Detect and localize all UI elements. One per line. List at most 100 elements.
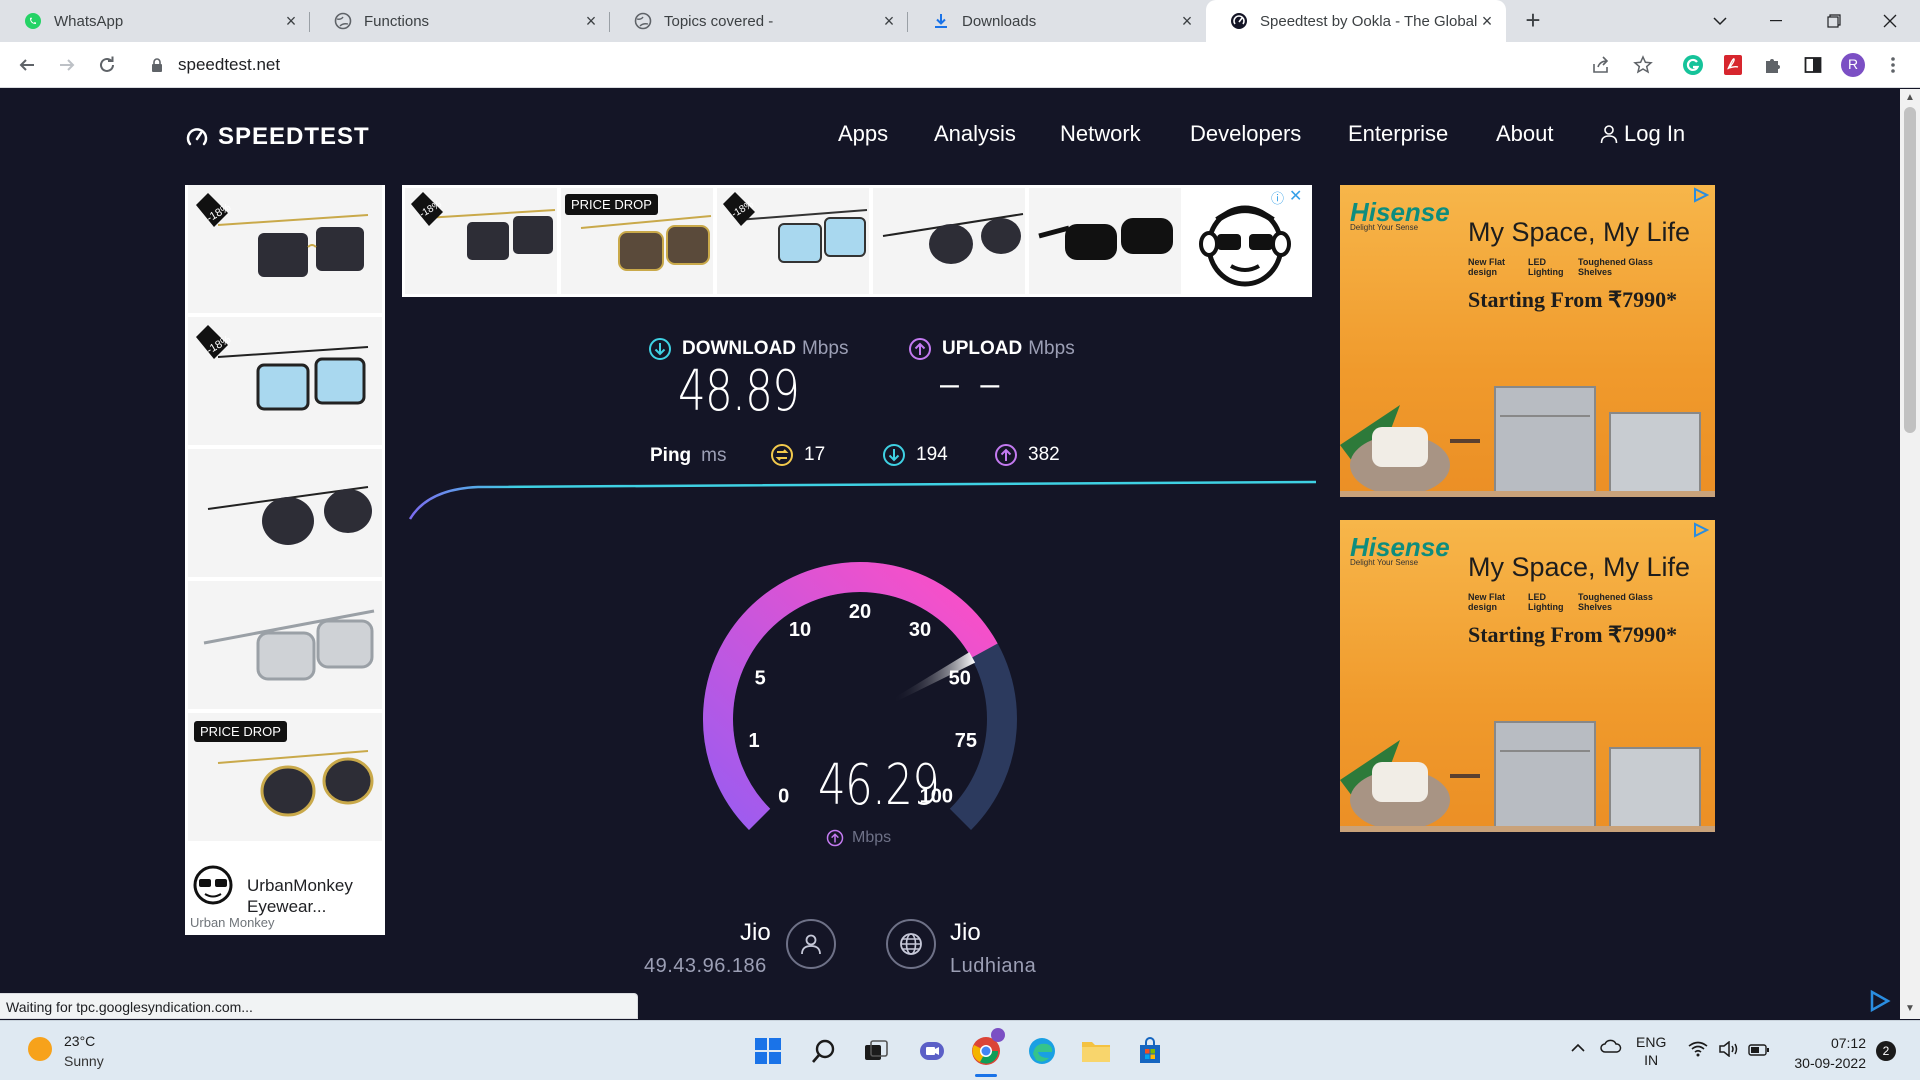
ad-product-card[interactable]: -18% — [188, 317, 382, 447]
ad-product-card[interactable] — [1029, 188, 1181, 294]
reload-button[interactable] — [92, 50, 122, 80]
server-location[interactable]: Ludhiana — [950, 955, 1036, 978]
ad-feature: LED Lighting — [1528, 592, 1564, 612]
battery-icon[interactable] — [1748, 1043, 1770, 1059]
close-tab-icon[interactable]: × — [282, 12, 300, 30]
chrome-taskbar-icon[interactable] — [966, 1028, 1006, 1077]
side-panel-icon[interactable] — [1800, 52, 1826, 78]
upload-title: UPLOAD — [942, 338, 1023, 359]
user-icon[interactable] — [786, 919, 836, 969]
globe-icon — [334, 12, 352, 30]
nav-apps[interactable]: Apps — [838, 121, 888, 147]
adchoices-icon[interactable] — [1868, 989, 1892, 1013]
back-button[interactable] — [12, 50, 42, 80]
file-explorer-icon[interactable] — [1076, 1031, 1116, 1071]
current-unit-label: Mbps — [852, 829, 892, 846]
close-tab-icon[interactable]: × — [880, 12, 898, 30]
microsoft-store-icon[interactable] — [1130, 1031, 1170, 1071]
onedrive-cloud-icon[interactable] — [1600, 1039, 1622, 1056]
nav-developers[interactable]: Developers — [1190, 121, 1301, 147]
sun-icon — [28, 1037, 52, 1061]
tab-search-icon[interactable] — [1692, 0, 1748, 42]
hisense-ad-bottom[interactable]: Hisense Delight Your Sense My Space, My … — [1340, 520, 1715, 832]
close-tab-icon[interactable]: × — [1478, 12, 1496, 30]
restore-button[interactable] — [1806, 0, 1862, 42]
browser-status-bar: Waiting for tpc.googlesyndication.com... — [0, 993, 638, 1019]
windows-taskbar: 23°C Sunny ENG IN 07:12 30-09-2022 2 — [0, 1020, 1920, 1080]
tab-whatsapp[interactable]: WhatsApp × — [0, 0, 310, 42]
ad-product-card[interactable]: PRICE DROP — [561, 188, 713, 294]
show-hidden-icons-chevron-icon[interactable] — [1570, 1041, 1586, 1057]
new-tab-button[interactable]: + — [1520, 7, 1546, 34]
ad-product-card[interactable] — [188, 449, 382, 579]
gauge-tick-label: 75 — [955, 730, 977, 752]
sunglasses-image — [882, 213, 1024, 264]
adchoices-icon[interactable] — [1693, 522, 1709, 538]
page-scrollbar[interactable]: ▲ ▼ — [1900, 89, 1920, 1019]
nav-analysis[interactable]: Analysis — [934, 121, 1016, 147]
start-button[interactable] — [748, 1031, 788, 1071]
hisense-tagline: Delight Your Sense — [1350, 223, 1419, 232]
ad-product-card[interactable]: -18% — [405, 188, 557, 294]
ad-product-card[interactable] — [873, 188, 1025, 294]
notification-count-badge[interactable]: 2 — [1876, 1041, 1896, 1061]
host-name[interactable]: Jio — [950, 919, 981, 947]
ad-product-card[interactable]: -18% — [717, 188, 869, 294]
share-icon[interactable] — [1588, 52, 1614, 78]
edge-icon[interactable] — [1022, 1031, 1062, 1071]
lock-icon[interactable] — [150, 58, 164, 72]
ad-product-card[interactable]: -18% — [188, 185, 382, 315]
close-tab-icon[interactable]: × — [582, 12, 600, 30]
speedtest-logo[interactable]: SPEEDTEST — [184, 123, 370, 151]
extensions-puzzle-icon[interactable] — [1760, 52, 1786, 78]
bookmark-star-icon[interactable] — [1630, 52, 1656, 78]
tab-title: WhatsApp — [54, 12, 124, 30]
ad-price: Starting From ₹7990* — [1468, 287, 1678, 312]
scrollbar-thumb[interactable] — [1904, 107, 1916, 433]
weather-widget[interactable]: 23°C Sunny — [26, 1033, 104, 1069]
login-link[interactable]: Log In — [1600, 121, 1685, 150]
download-speed-value: 48.89 — [678, 359, 800, 424]
ad-brand-logo[interactable]: ⓘ ✕ — [1185, 188, 1309, 294]
top-sunglasses-ad[interactable]: -18% PRICE DROP -18% ⓘ ✕ — [402, 185, 1312, 297]
volume-icon[interactable] — [1718, 1040, 1740, 1060]
ad-brand-name[interactable]: UrbanMonkey Eyewear... — [247, 875, 353, 917]
scroll-up-arrow-icon[interactable]: ▲ — [1904, 92, 1916, 104]
upload-label: UPLOAD Mbps — [908, 337, 1075, 361]
browser-toolbar: speedtest.net R — [0, 42, 1920, 88]
nav-enterprise[interactable]: Enterprise — [1348, 121, 1448, 147]
hisense-ad-top[interactable]: Hisense Delight Your Sense My Space, My … — [1340, 185, 1715, 497]
tab-speedtest[interactable]: Speedtest by Ookla - The Global × — [1206, 0, 1506, 42]
address-bar[interactable]: speedtest.net — [140, 48, 1656, 82]
chrome-menu-icon[interactable] — [1880, 52, 1906, 78]
tab-downloads[interactable]: Downloads × — [908, 0, 1206, 42]
task-view-icon[interactable] — [856, 1031, 896, 1071]
nav-about[interactable]: About — [1496, 121, 1554, 147]
close-tab-icon[interactable]: × — [1178, 12, 1196, 30]
globe-icon[interactable] — [886, 919, 936, 969]
close-window-button[interactable] — [1862, 0, 1918, 42]
gauge-tick-label: 0 — [778, 785, 789, 807]
wifi-icon[interactable] — [1688, 1041, 1708, 1060]
grammarly-extension-icon[interactable] — [1680, 52, 1706, 78]
ad-product-card[interactable]: PRICE DROP — [188, 713, 382, 843]
language-indicator[interactable]: ENG IN — [1636, 1033, 1666, 1069]
profile-avatar[interactable]: R — [1840, 52, 1866, 78]
ad-product-card[interactable] — [188, 581, 382, 711]
tab-topics-covered[interactable]: Topics covered - × — [610, 0, 908, 42]
minimize-button[interactable] — [1748, 0, 1804, 42]
system-clock[interactable]: 07:12 30-09-2022 — [1788, 1033, 1866, 1073]
adchoices-icon[interactable] — [1693, 187, 1709, 203]
pdf-extension-icon[interactable] — [1720, 52, 1746, 78]
tab-title: Topics covered - — [664, 12, 774, 30]
teams-chat-icon[interactable] — [912, 1031, 952, 1071]
search-icon[interactable] — [804, 1031, 844, 1071]
download-latency-icon — [883, 444, 905, 466]
tab-functions[interactable]: Functions × — [310, 0, 610, 42]
whatsapp-icon — [24, 12, 42, 30]
left-sunglasses-ad[interactable]: ⓘ ✕ -18% -18% — [185, 183, 385, 935]
scroll-down-arrow-icon[interactable]: ▼ — [1904, 1003, 1916, 1015]
sunglasses-image — [203, 609, 375, 681]
forward-button[interactable] — [52, 50, 82, 80]
nav-network[interactable]: Network — [1060, 121, 1141, 147]
